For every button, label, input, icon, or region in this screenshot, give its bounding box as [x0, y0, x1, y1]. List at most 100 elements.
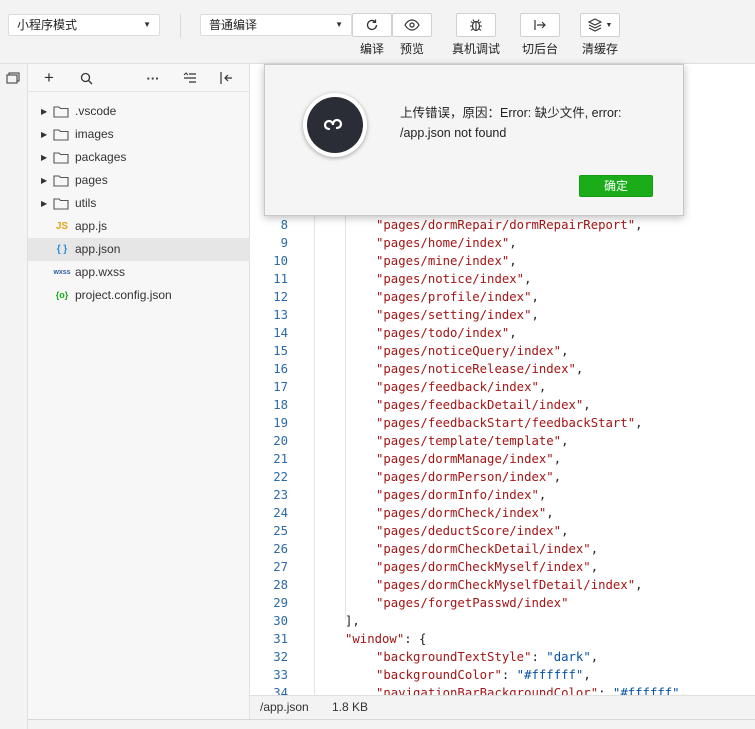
top-toolbar: 小程序模式 ▼ 普通编译 ▼ 编译 预览 真机调试 切后台 ▼ 清缓存 — [0, 0, 755, 64]
caret-right-icon: ▶ — [41, 153, 48, 162]
layers-icon — [587, 18, 602, 32]
tree-item-label: images — [75, 127, 114, 141]
tree-item-label: .vscode — [75, 104, 117, 118]
line-number: 23 — [273, 488, 288, 502]
code-line: 28 "pages/dormCheckMyselfDetail/index", — [250, 576, 755, 594]
folder-icon — [53, 175, 69, 187]
remote-debug-button[interactable] — [456, 13, 496, 37]
preview-button[interactable] — [392, 13, 432, 37]
tree-item-label: app.wxss — [75, 265, 126, 279]
clear-cache-button[interactable]: ▼ — [580, 13, 620, 37]
config-file-icon: {o} — [55, 290, 69, 300]
code-text: "pages/dormRepair/dormRepairReport", — [376, 218, 643, 232]
tree-folder-packages[interactable]: ▶ packages — [28, 146, 250, 169]
line-number: 30 — [273, 614, 288, 628]
bug-icon — [470, 19, 482, 32]
code-line: 8 "pages/dormRepair/dormRepairReport", — [250, 216, 755, 234]
line-number: 28 — [273, 578, 288, 592]
compile-button[interactable] — [352, 13, 392, 37]
line-number: 21 — [273, 452, 288, 466]
file-explorer: + ··· ▶ .vscode ▶ images ▶ packages ▶ pa… — [28, 64, 250, 719]
code-text: "backgroundTextStyle": "dark", — [376, 650, 599, 664]
preview-label: 预览 — [399, 42, 424, 56]
js-file-icon: JS — [55, 221, 69, 232]
line-number: 15 — [273, 344, 288, 358]
code-text: "pages/profile/index", — [376, 290, 539, 304]
code-text: "pages/forgetPasswd/index" — [376, 596, 569, 610]
chevron-down-icon: ▼ — [143, 20, 151, 29]
line-number: 25 — [273, 524, 288, 538]
code-text: "pages/dormManage/index", — [376, 452, 562, 466]
tree-folder-utils[interactable]: ▶ utils — [28, 192, 250, 215]
code-line: 20 "pages/template/template", — [250, 432, 755, 450]
caret-right-icon: ▶ — [41, 130, 48, 139]
code-line: 14 "pages/todo/index", — [250, 324, 755, 342]
tree-file-app-json[interactable]: { } app.json — [28, 238, 250, 261]
caret-right-icon: ▶ — [41, 199, 48, 208]
code-line: 21 "pages/dormManage/index", — [250, 450, 755, 468]
code-text: "pages/noticeRelease/index", — [376, 362, 584, 376]
code-text: "pages/todo/index", — [376, 326, 517, 340]
line-number: 11 — [273, 272, 288, 286]
tree-file-project-config[interactable]: {o} project.config.json — [28, 284, 250, 307]
eye-icon — [404, 19, 420, 31]
tree-item-label: app.json — [75, 242, 121, 256]
code-text: "backgroundColor": "#ffffff", — [376, 668, 591, 682]
switch-background-icon — [534, 20, 546, 30]
chevron-down-icon: ▼ — [605, 21, 613, 29]
line-number: 24 — [273, 506, 288, 520]
status-file-path: /app.json — [260, 700, 309, 714]
line-number: 16 — [273, 362, 288, 376]
code-text: "navigationBarBackgroundColor": "#ffffff… — [376, 686, 687, 695]
line-number: 32 — [273, 650, 288, 664]
line-number: 20 — [273, 434, 288, 448]
code-text: "pages/feedbackStart/feedbackStart", — [376, 416, 643, 430]
tree-folder-pages[interactable]: ▶ pages — [28, 169, 250, 192]
more-icon[interactable]: ··· — [145, 70, 161, 86]
code-text: "pages/setting/index", — [376, 308, 539, 322]
tree-folder-images[interactable]: ▶ images — [28, 123, 250, 146]
code-text: "pages/dormCheckMyself/index", — [376, 560, 599, 574]
line-number: 31 — [273, 632, 288, 646]
code-line: 15 "pages/noticeQuery/index", — [250, 342, 755, 360]
compile-mode-select[interactable]: 普通编译 ▼ — [200, 14, 352, 36]
mode-select[interactable]: 小程序模式 ▼ — [8, 14, 160, 36]
line-number: 10 — [273, 254, 288, 268]
tree-file-app-js[interactable]: JS app.js — [28, 215, 250, 238]
code-text: ], — [345, 614, 360, 628]
code-text: "pages/notice/index", — [376, 272, 532, 286]
line-number: 26 — [273, 542, 288, 556]
explorer-toolbar: + ··· — [28, 64, 249, 92]
line-number: 14 — [273, 326, 288, 340]
line-number: 13 — [273, 308, 288, 322]
file-tree: ▶ .vscode ▶ images ▶ packages ▶ pages ▶ … — [28, 100, 250, 307]
line-number: 33 — [273, 668, 288, 682]
switch-background-label: 切后台 — [521, 42, 558, 56]
window-layout-icon[interactable] — [6, 72, 20, 84]
wxss-file-icon: wxss — [53, 269, 71, 276]
compile-label: 编译 — [359, 42, 384, 56]
tree-item-label: project.config.json — [75, 288, 172, 302]
code-line: 22 "pages/dormPerson/index", — [250, 468, 755, 486]
line-number: 9 — [280, 236, 288, 250]
refresh-icon — [366, 19, 378, 31]
confirm-button[interactable]: 确定 — [579, 175, 653, 197]
code-text: "pages/deductScore/index", — [376, 524, 569, 538]
mini-program-logo-icon — [303, 93, 367, 157]
collapse-list-icon[interactable] — [182, 70, 198, 86]
line-number: 34 — [273, 686, 288, 695]
switch-background-button[interactable] — [520, 13, 560, 37]
code-text: "pages/home/index", — [376, 236, 517, 250]
tree-file-app-wxss[interactable]: wxss app.wxss — [28, 261, 250, 284]
add-file-icon[interactable]: + — [41, 68, 57, 87]
line-number: 12 — [273, 290, 288, 304]
status-bar: /app.json 1.8 KB — [250, 695, 755, 719]
compile-mode-value: 普通编译 — [209, 18, 258, 32]
tree-folder-vscode[interactable]: ▶ .vscode — [28, 100, 250, 123]
line-number: 27 — [273, 560, 288, 574]
line-number: 29 — [273, 596, 288, 610]
search-icon[interactable] — [78, 70, 94, 86]
caret-right-icon: ▶ — [41, 176, 48, 185]
collapse-panel-icon[interactable] — [218, 70, 234, 86]
upload-error-dialog: 上传错误，原因：Error: 缺少文件, error: /app.json no… — [264, 64, 684, 216]
